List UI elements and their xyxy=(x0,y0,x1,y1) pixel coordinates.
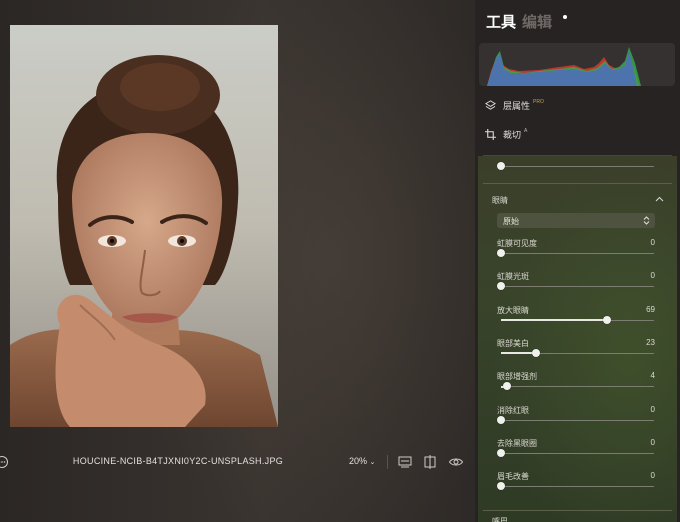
tool-crop[interactable]: 裁切 A xyxy=(485,126,527,142)
eye-icon[interactable] xyxy=(448,454,464,470)
slider-track[interactable] xyxy=(501,419,654,421)
toolbar-divider xyxy=(387,455,388,469)
slider-value: 69 xyxy=(646,304,655,314)
chevron-down-icon: ⌄ xyxy=(369,459,376,466)
histogram-graph xyxy=(487,47,641,86)
slider-label: 眼部美白 xyxy=(497,338,529,348)
slider-thumb[interactable] xyxy=(497,162,505,170)
tab-edit[interactable]: 编辑 xyxy=(522,11,552,32)
slider-thumb[interactable] xyxy=(532,348,541,357)
slider-label: 眉毛改善 xyxy=(497,472,529,482)
slider-thumb[interactable] xyxy=(497,482,505,491)
slider-thumb[interactable] xyxy=(497,415,505,424)
histogram xyxy=(479,43,675,86)
slider-fill xyxy=(501,319,607,322)
eyes-preset-select[interactable]: 原始 xyxy=(497,213,655,228)
slider-value: 0 xyxy=(650,404,655,414)
section-title-mouth[interactable]: 嘴巴 xyxy=(492,516,508,522)
slider-label: 放大眼睛 xyxy=(497,305,529,315)
select-arrows-icon xyxy=(643,216,650,225)
bottom-toolbar: HOUCINE-NCIB-B4TJXNI0Y2C-UNSPLASH.JPG 20… xyxy=(0,452,475,474)
file-name: HOUCINE-NCIB-B4TJXNI0Y2C-UNSPLASH.JPG xyxy=(72,456,284,466)
chevron-up-icon[interactable] xyxy=(655,196,664,202)
slider-thumb[interactable] xyxy=(497,448,505,457)
slider-fill xyxy=(501,352,537,355)
slider-thumb[interactable] xyxy=(503,382,512,391)
zoom-level[interactable]: 20% ⌄ xyxy=(349,456,375,466)
slider-label: 消除红眼 xyxy=(497,405,529,415)
canvas-area[interactable]: HOUCINE-NCIB-B4TJXNI0Y2C-UNSPLASH.JPG 20… xyxy=(0,0,475,522)
adjustments-panel: 眼睛 原始 虹膜可见度 0 虹膜光斑 0 放大眼睛 69 眼部美白 23 眼部增强剂 4 消除红眼 0… xyxy=(478,156,677,522)
crop-icon xyxy=(485,128,496,140)
slider-track[interactable] xyxy=(501,166,654,167)
slider-value: 0 xyxy=(650,471,655,481)
tool-label: 层属性 xyxy=(503,100,531,111)
section-divider xyxy=(483,183,672,184)
pro-badge: PRO xyxy=(533,99,544,105)
slider-track[interactable] xyxy=(501,253,654,254)
tab-tools[interactable]: 工具 xyxy=(486,11,516,32)
slider-thumb[interactable] xyxy=(602,315,611,324)
slider-label: 虹膜光斑 xyxy=(497,272,529,282)
slider-thumb[interactable] xyxy=(497,282,505,291)
zoom-value: 20% xyxy=(349,456,368,466)
slider-value: 4 xyxy=(650,371,655,381)
slider-label: 虹膜可见度 xyxy=(497,239,537,248)
auto-badge: A xyxy=(524,128,528,134)
select-value: 原始 xyxy=(503,217,519,226)
right-panel: 工具 编辑 层属性 PRO 裁切 A 眼睛 原始 虹膜可见度 0 虹膜光斑 0 … xyxy=(475,0,680,522)
preview-icon[interactable] xyxy=(397,454,413,470)
slider-value: 0 xyxy=(650,437,655,447)
slider-thumb[interactable] xyxy=(497,249,505,257)
section-divider xyxy=(483,510,672,511)
tool-label: 裁切 xyxy=(503,129,522,140)
photo-preview[interactable] xyxy=(10,25,278,427)
slider-track[interactable] xyxy=(501,486,654,488)
slider-track[interactable] xyxy=(501,386,654,388)
compare-icon[interactable] xyxy=(422,454,438,470)
panel-tabs: 工具 编辑 xyxy=(486,11,567,33)
slider-value: 23 xyxy=(646,337,655,347)
slider-value: 0 xyxy=(650,271,655,281)
notification-dot xyxy=(563,15,567,19)
tool-layer-properties[interactable]: 层属性 PRO xyxy=(485,97,544,113)
slider-track[interactable] xyxy=(501,286,654,288)
slider-track[interactable] xyxy=(501,452,654,454)
layers-icon xyxy=(485,99,496,110)
portrait-image xyxy=(10,25,278,427)
slider-value: 0 xyxy=(650,238,655,247)
slider-label: 去除黑眼圈 xyxy=(497,438,537,448)
section-title-eyes[interactable]: 眼睛 xyxy=(492,195,508,206)
slider-label: 眼部增强剂 xyxy=(497,372,537,382)
